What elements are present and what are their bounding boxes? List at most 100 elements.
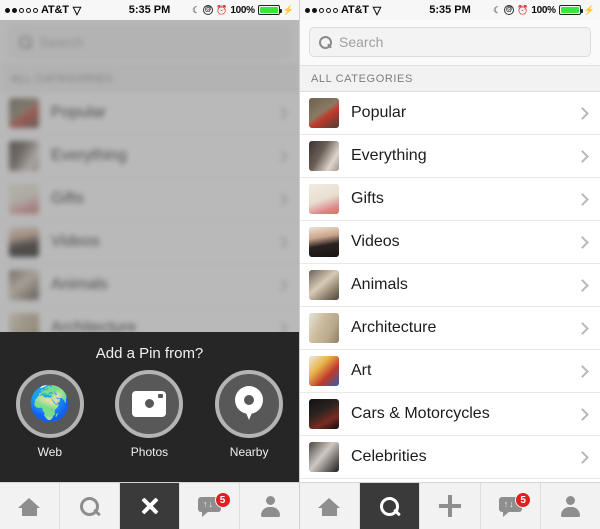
category-list-right: Popular Everything Gifts Videos Animals: [300, 92, 600, 522]
category-thumbnail: [9, 270, 39, 300]
category-thumbnail: [9, 141, 39, 171]
category-label: Popular: [51, 104, 107, 121]
battery-full-icon: [558, 5, 583, 15]
chevron-right-icon: [275, 106, 288, 120]
search-placeholder: Search: [39, 34, 84, 50]
person-icon: [260, 496, 280, 517]
list-item[interactable]: Architecture: [300, 307, 600, 350]
chevron-right-icon: [275, 149, 288, 163]
clock-label: 5:35 PM: [429, 4, 471, 16]
category-label: Everything: [51, 147, 127, 164]
search-bar-container-right: Search: [300, 20, 600, 66]
tab-add[interactable]: [420, 483, 481, 529]
chevron-right-icon: [576, 321, 589, 335]
add-pin-option-photos[interactable]: Photos: [107, 370, 191, 459]
chevron-right-icon: [576, 278, 589, 292]
category-label: Celebrities: [351, 448, 427, 465]
dual-phone-screenshot: AT&T ▽ 5:35 PM ☾ @ ⏰ 100% ⚡ Search ALL C…: [0, 0, 600, 529]
list-item[interactable]: Cars & Motorcycles: [300, 393, 600, 436]
chevron-right-icon: [576, 106, 589, 120]
search-icon: [379, 496, 400, 517]
tab-bar-left: ↑↓ 5: [0, 482, 299, 529]
chevron-right-icon: [275, 278, 288, 292]
category-thumbnail: [309, 399, 339, 429]
category-thumbnail: [309, 270, 339, 300]
list-item[interactable]: Gifts: [0, 178, 299, 221]
right-phone-screen: AT&T ▽ 5:35 PM ☾ @ ⏰ 100% ⚡ Search ALL C…: [300, 0, 600, 529]
home-icon: [18, 496, 41, 516]
clock-label: 5:35 PM: [128, 4, 171, 16]
messages-badge: 5: [214, 492, 231, 508]
add-pin-sheet: Add a Pin from? 🌍 Web Photos Nearby: [0, 332, 299, 482]
list-item[interactable]: Animals: [300, 264, 600, 307]
section-header-all-categories-left: ALL CATEGORIES: [0, 66, 299, 92]
list-item[interactable]: Everything: [300, 135, 600, 178]
search-icon: [79, 496, 100, 517]
tab-close[interactable]: [120, 483, 180, 529]
search-icon: [319, 35, 332, 49]
plus-icon: [439, 495, 461, 517]
add-pin-option-label: Web: [37, 445, 63, 459]
category-thumbnail: [9, 184, 39, 214]
tab-bar-right: ↑↓ 5: [300, 482, 600, 529]
search-input[interactable]: Search: [309, 27, 591, 57]
globe-icon: 🌍: [28, 385, 71, 423]
list-item[interactable]: Popular: [300, 92, 600, 135]
category-label: Videos: [51, 233, 100, 250]
battery-full-icon: [257, 5, 282, 15]
chevron-right-icon: [576, 192, 589, 206]
tab-search[interactable]: [360, 483, 421, 529]
list-item[interactable]: Animals: [0, 264, 299, 307]
list-item[interactable]: Everything: [0, 135, 299, 178]
chevron-right-icon: [275, 235, 288, 249]
search-placeholder: Search: [339, 34, 384, 50]
category-label: Architecture: [351, 319, 437, 336]
nearby-button[interactable]: [215, 370, 284, 438]
section-header-all-categories-right: ALL CATEGORIES: [300, 66, 600, 92]
chevron-right-icon: [576, 450, 589, 464]
photos-button[interactable]: [115, 370, 184, 438]
add-pin-title: Add a Pin from?: [95, 345, 204, 362]
add-pin-options: 🌍 Web Photos Nearby: [0, 370, 299, 459]
category-label: Animals: [51, 276, 108, 293]
list-item[interactable]: Gifts: [300, 178, 600, 221]
tab-home[interactable]: [0, 483, 60, 529]
messages-badge: 5: [515, 492, 532, 508]
left-phone-screen: AT&T ▽ 5:35 PM ☾ @ ⏰ 100% ⚡ Search ALL C…: [0, 0, 300, 529]
category-thumbnail: [309, 98, 339, 128]
add-pin-option-nearby[interactable]: Nearby: [207, 370, 291, 459]
map-pin-icon: [235, 386, 264, 422]
person-icon: [560, 496, 581, 517]
list-item[interactable]: Videos: [300, 221, 600, 264]
tab-profile[interactable]: [240, 483, 299, 529]
category-thumbnail: [9, 227, 39, 257]
category-label: Videos: [351, 233, 400, 250]
category-thumbnail: [9, 98, 39, 128]
tab-home[interactable]: [300, 483, 361, 529]
category-thumbnail: [309, 313, 339, 343]
chevron-right-icon: [576, 235, 589, 249]
tab-messages[interactable]: ↑↓ 5: [481, 483, 541, 529]
category-thumbnail: [309, 184, 339, 214]
web-button[interactable]: 🌍: [15, 370, 84, 438]
tab-search[interactable]: [60, 483, 120, 529]
category-thumbnail: [309, 227, 339, 257]
list-item[interactable]: Popular: [0, 92, 299, 135]
tab-profile[interactable]: [541, 483, 600, 529]
search-icon: [19, 35, 32, 49]
chevron-right-icon: [576, 407, 589, 421]
tab-messages[interactable]: ↑↓ 5: [180, 483, 240, 529]
status-bar-right: AT&T ▽ 5:35 PM ☾ @ ⏰ 100% ⚡: [300, 0, 600, 20]
list-item[interactable]: Videos: [0, 221, 299, 264]
chevron-right-icon: [576, 364, 589, 378]
list-item[interactable]: Celebrities: [300, 436, 600, 479]
search-bar-container-left: Search: [0, 20, 299, 66]
search-input[interactable]: Search: [9, 27, 290, 57]
category-thumbnail: [309, 356, 339, 386]
category-label: Gifts: [351, 190, 384, 207]
add-pin-option-label: Photos: [130, 445, 169, 459]
list-item[interactable]: Art: [300, 350, 600, 393]
category-thumbnail: [309, 141, 339, 171]
add-pin-option-web[interactable]: 🌍 Web: [8, 370, 92, 459]
category-label: Everything: [351, 147, 427, 164]
